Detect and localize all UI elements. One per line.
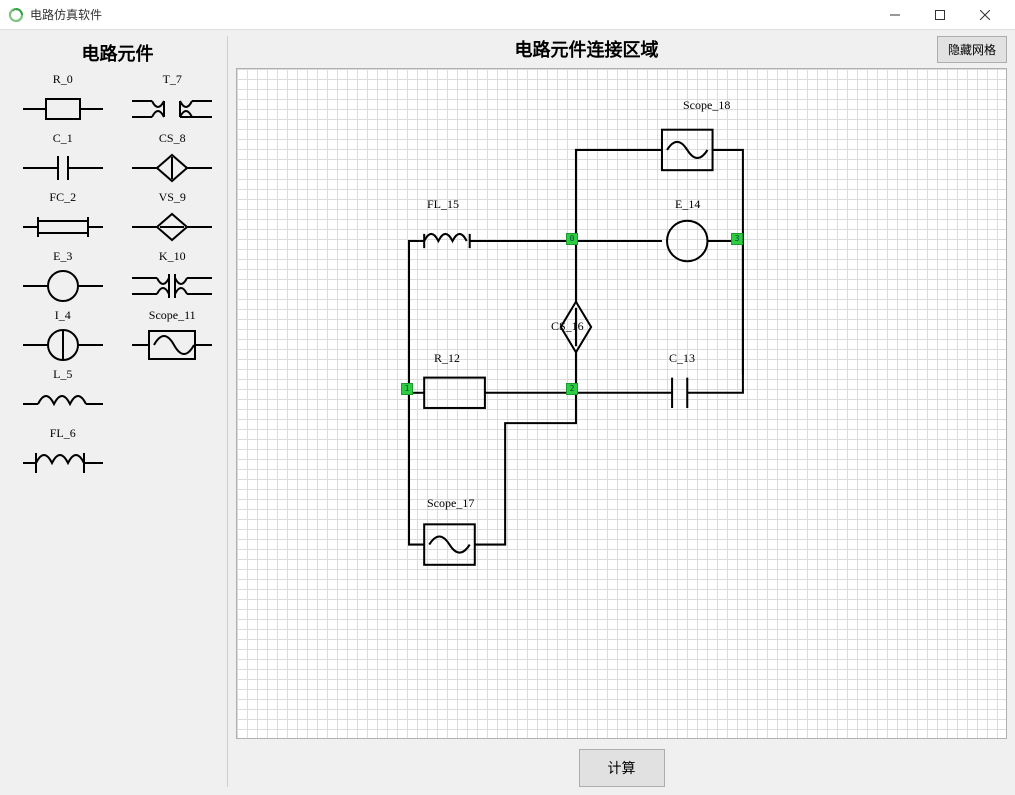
palette-item-K_10[interactable]: K_10 bbox=[118, 249, 228, 306]
titlebar: 电路仿真软件 bbox=[0, 0, 1015, 30]
label-C_13: C_13 bbox=[669, 351, 695, 366]
circle_pipe-icon bbox=[8, 325, 118, 365]
palette-item-CS_8[interactable]: CS_8 bbox=[118, 131, 228, 188]
close-button[interactable] bbox=[962, 0, 1007, 30]
label-CS_16: CS_16 bbox=[551, 319, 584, 334]
component-palette: 电路元件 R_0T_7 C_1CS_8 FC_2VS_9 E_3K_10 I_4Scop… bbox=[8, 36, 228, 787]
client-area: 电路元件 R_0T_7C_1CS_8FC_2VS_9E_3K_10I_4Scop… bbox=[0, 30, 1015, 795]
capacitor-icon bbox=[8, 148, 118, 188]
palette-item-FC_2[interactable]: FC_2 bbox=[8, 190, 118, 247]
canvas-panel: 电路元件连接区域 隐藏网格 bbox=[236, 36, 1007, 787]
palette-item-C_1[interactable]: C_1 bbox=[8, 131, 118, 188]
palette-item-empty bbox=[118, 426, 228, 483]
palette-item-R_0[interactable]: R_0 bbox=[8, 72, 118, 129]
bottom-bar: 计算 bbox=[236, 745, 1007, 787]
palette-item-I_4[interactable]: I_4 bbox=[8, 308, 118, 365]
circle-icon bbox=[8, 266, 118, 306]
palette-item-label: C_1 bbox=[8, 131, 118, 146]
node-0[interactable]: 0 bbox=[566, 233, 578, 245]
palette-item-label: T_7 bbox=[118, 72, 228, 87]
minimize-button[interactable] bbox=[872, 0, 917, 30]
app-icon bbox=[8, 7, 24, 23]
csrc_h-icon bbox=[118, 207, 228, 247]
node-2[interactable]: 2 bbox=[566, 383, 578, 395]
label-R_12: R_12 bbox=[434, 351, 460, 366]
canvas-title: 电路元件连接区域 bbox=[236, 36, 937, 62]
label-FL_15: FL_15 bbox=[427, 197, 459, 212]
fc-icon bbox=[8, 207, 118, 247]
label-Scope_18: Scope_18 bbox=[683, 98, 730, 113]
canvas-drawing bbox=[237, 69, 1006, 737]
node-1[interactable]: 1 bbox=[401, 383, 413, 395]
palette-item-label: VS_9 bbox=[118, 190, 228, 205]
palette-item-label: Scope_11 bbox=[118, 308, 228, 323]
palette-item-label: E_3 bbox=[8, 249, 118, 264]
palette-item-label: R_0 bbox=[8, 72, 118, 87]
palette-title: 电路元件 bbox=[8, 40, 227, 66]
scope-icon bbox=[118, 325, 228, 365]
node-3[interactable]: 3 bbox=[731, 233, 743, 245]
label-E_14: E_14 bbox=[675, 197, 700, 212]
transformer-icon bbox=[118, 89, 228, 129]
palette-item-Scope_11[interactable]: Scope_11 bbox=[118, 308, 228, 365]
label-Scope_17: Scope_17 bbox=[427, 496, 474, 511]
maximize-button[interactable] bbox=[917, 0, 962, 30]
window-title: 电路仿真软件 bbox=[30, 6, 102, 23]
palette-item-label: L_5 bbox=[8, 367, 118, 382]
palette-item-label: K_10 bbox=[118, 249, 228, 264]
palette-item-L_5[interactable]: L_5 bbox=[8, 367, 118, 424]
inductor-icon bbox=[8, 384, 118, 424]
palette-item-label: I_4 bbox=[8, 308, 118, 323]
palette-item-empty bbox=[118, 367, 228, 424]
compute-button[interactable]: 计算 bbox=[579, 749, 665, 787]
transformer2-icon bbox=[118, 266, 228, 306]
fl-icon bbox=[8, 443, 118, 483]
circuit-canvas[interactable]: Scope_18 E_14 FL_15 CS_16 R_12 C_13 Scop… bbox=[236, 68, 1007, 739]
palette-item-label: FC_2 bbox=[8, 190, 118, 205]
hide-grid-button[interactable]: 隐藏网格 bbox=[937, 36, 1007, 63]
palette-item-label: FL_6 bbox=[8, 426, 118, 441]
palette-item-FL_6[interactable]: FL_6 bbox=[8, 426, 118, 483]
csrc_v-icon bbox=[118, 148, 228, 188]
palette-item-label: CS_8 bbox=[118, 131, 228, 146]
palette-item-VS_9[interactable]: VS_9 bbox=[118, 190, 228, 247]
palette-item-E_3[interactable]: E_3 bbox=[8, 249, 118, 306]
palette-item-T_7[interactable]: T_7 bbox=[118, 72, 228, 129]
canvas-header: 电路元件连接区域 隐藏网格 bbox=[236, 36, 1007, 62]
resistor-icon bbox=[8, 89, 118, 129]
